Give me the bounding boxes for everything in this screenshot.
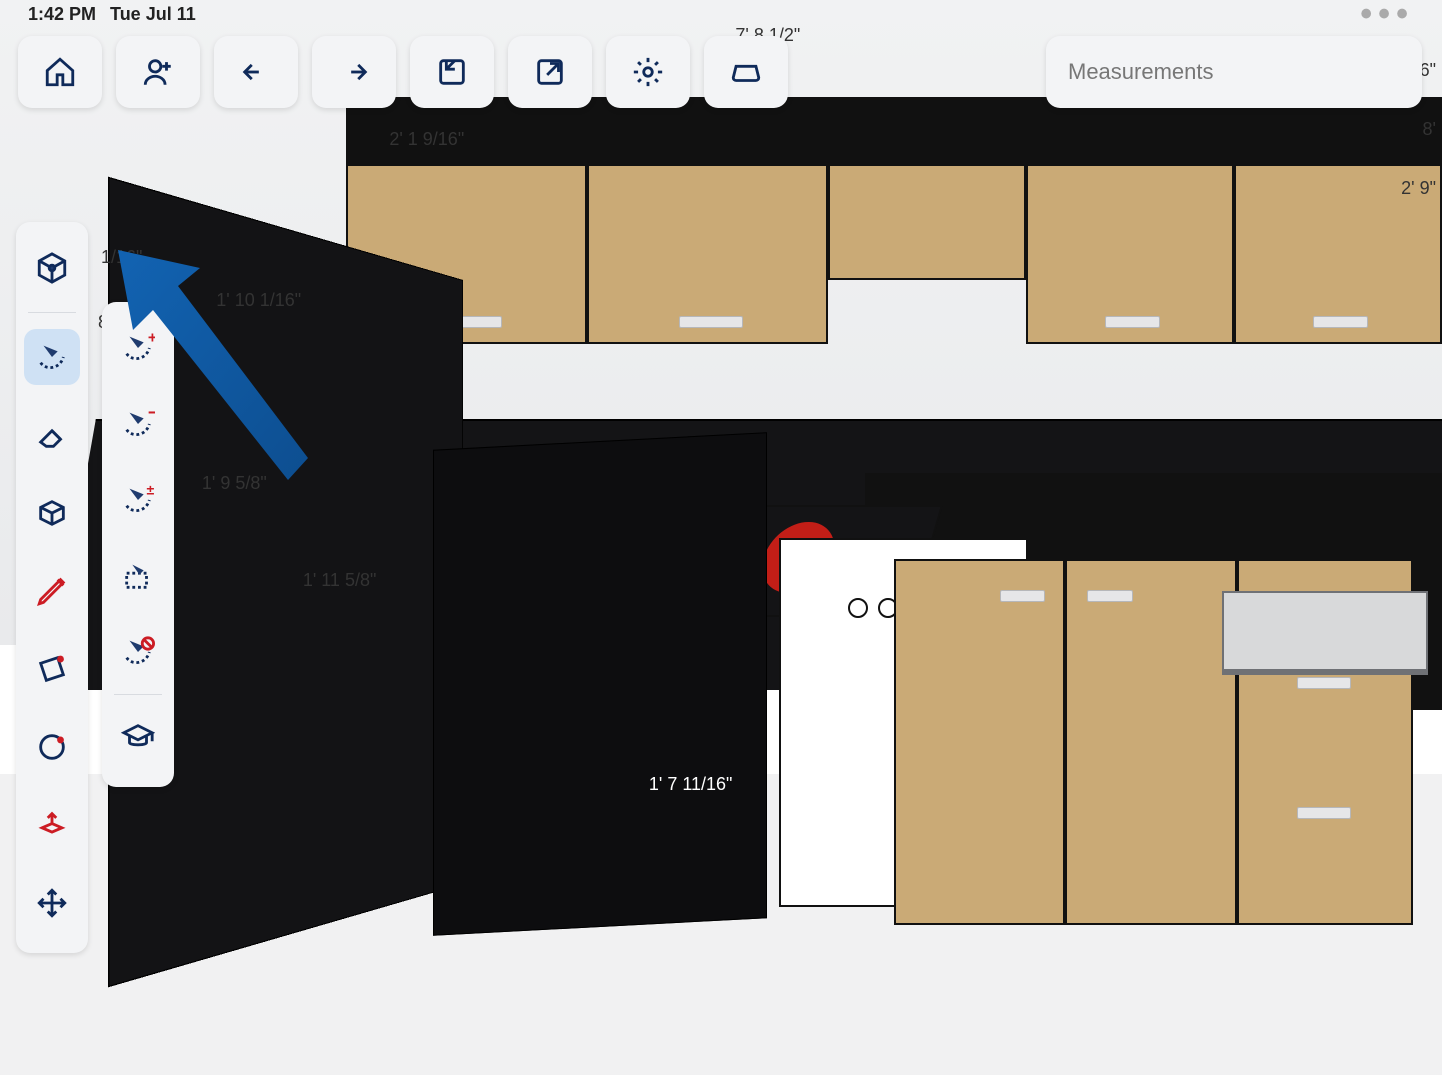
instructor-tool[interactable] [110,709,166,765]
export-icon [533,55,567,89]
status-bar: 1:42 PM Tue Jul 11 ••• [0,0,1442,28]
pencil-icon [35,574,69,608]
upper-cabinets [346,97,1442,355]
orbit-add-tool[interactable]: + [110,320,166,376]
storage-icon [729,55,763,89]
viewport[interactable]: 7' 8 1/2" 2' 1 9/16" 1/16" 8/ 1' 10 1/16… [0,0,1442,1075]
rectangle-icon [35,652,69,686]
svg-text:±: ± [147,483,155,498]
storage-button[interactable] [704,36,788,108]
orbit-remove-tool[interactable]: − [110,396,166,452]
svg-text:−: − [148,407,155,422]
move-tool[interactable] [24,875,80,931]
import-icon [435,55,469,89]
cube-icon [35,496,69,530]
orbit-toggle-icon: ± [121,483,155,517]
gear-icon [631,55,665,89]
cabinet-end-panel [433,432,767,935]
select-all-icon [121,559,155,593]
styles-tool[interactable] [24,485,80,541]
select-all-tool[interactable] [110,548,166,604]
pushpull-tool[interactable] [24,797,80,853]
home-button[interactable] [18,36,102,108]
status-time: 1:42 PM [28,4,96,25]
orbit-add-icon: + [121,331,155,365]
undo-button[interactable] [214,36,298,108]
orbit-toggle-tool[interactable]: ± [110,472,166,528]
undo-icon [239,55,273,89]
multitasking-dots-icon[interactable]: ••• [1360,9,1414,19]
measurements-placeholder: Measurements [1068,59,1214,85]
orbit-icon [35,340,69,374]
orbit-tool[interactable] [24,329,80,385]
arc-icon [35,730,69,764]
top-toolbar [18,36,788,108]
svg-text:+: + [148,331,155,346]
orbit-remove-icon: − [121,407,155,441]
redo-button[interactable] [312,36,396,108]
warehouse-icon [35,251,69,285]
arc-tool[interactable] [24,719,80,775]
move-icon [35,886,69,920]
warehouse-tool[interactable] [24,240,80,296]
pencil-tool[interactable] [24,563,80,619]
status-date: Tue Jul 11 [110,4,196,25]
add-user-icon [141,55,175,89]
eraser-tool[interactable] [24,407,80,463]
pushpull-icon [35,808,69,842]
redo-icon [337,55,371,89]
export-button[interactable] [508,36,592,108]
rectangle-tool[interactable] [24,641,80,697]
import-button[interactable] [410,36,494,108]
home-icon [43,55,77,89]
add-user-button[interactable] [116,36,200,108]
model-scene: 7' 8 1/2" 2' 1 9/16" 1/16" 8/ 1' 10 1/16… [0,0,1442,1075]
orbit-disable-icon [121,635,155,669]
graduation-cap-icon [121,720,155,754]
left-toolbar [16,222,88,953]
orbit-flyout-toolbar: + − ± [102,302,174,787]
measurements-input[interactable]: Measurements [1046,36,1422,108]
settings-button[interactable] [606,36,690,108]
kitchen-sink [1222,591,1428,674]
eraser-icon [35,418,69,452]
orbit-disable-tool[interactable] [110,624,166,680]
